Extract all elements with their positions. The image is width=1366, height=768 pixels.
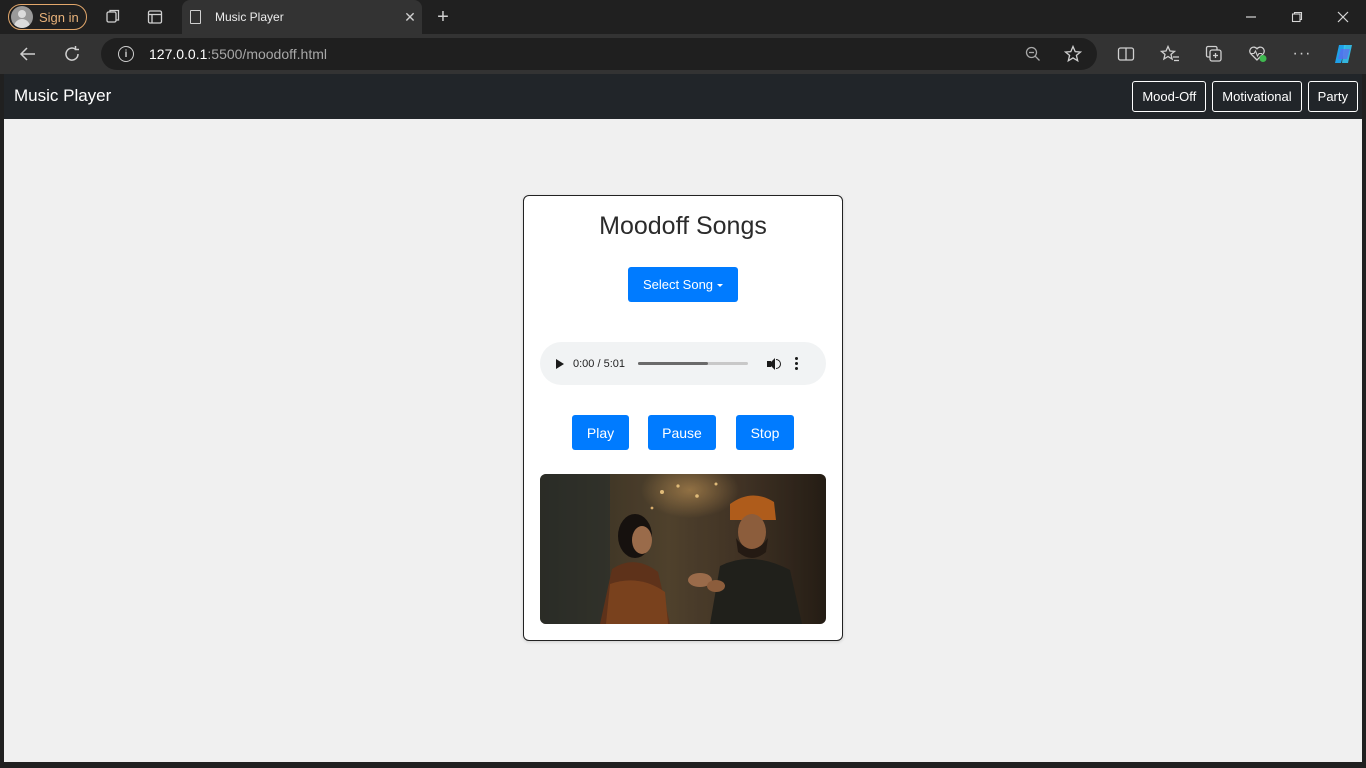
stop-button[interactable]: Stop: [736, 415, 794, 450]
select-song-dropdown[interactable]: Select Song: [628, 267, 738, 302]
navbar: Music Player Mood-Off Motivational Party: [4, 74, 1362, 119]
song-cover-image: [540, 474, 826, 624]
zoom-out-icon[interactable]: [1024, 46, 1042, 62]
tab-music-player[interactable]: Music Player ✕: [182, 0, 422, 34]
browser-essentials-icon[interactable]: [1248, 45, 1268, 63]
pause-button[interactable]: Pause: [648, 415, 716, 450]
nav-mood-off-button[interactable]: Mood-Off: [1132, 81, 1207, 112]
browser-tab-bar: Sign in Music Player ✕ +: [0, 0, 1366, 34]
back-arrow-icon[interactable]: [18, 45, 38, 63]
more-options-icon[interactable]: ···: [1292, 45, 1312, 63]
collections-icon[interactable]: [1204, 45, 1224, 63]
workspaces-icon[interactable]: [104, 9, 122, 25]
audio-player: 0:00 / 5:01: [540, 342, 826, 385]
volume-icon[interactable]: [766, 357, 782, 371]
refresh-icon[interactable]: [62, 45, 82, 63]
tab-title: Music Player: [215, 10, 284, 24]
close-window-icon[interactable]: [1320, 0, 1366, 34]
page-title: Moodoff Songs: [599, 212, 767, 240]
minimize-icon[interactable]: [1228, 0, 1274, 34]
sign-in-label: Sign in: [39, 9, 79, 25]
split-screen-icon[interactable]: [1116, 45, 1136, 63]
select-song-label: Select Song: [642, 277, 714, 292]
favorite-star-icon[interactable]: [1063, 45, 1083, 63]
caret-down-icon: [717, 283, 724, 287]
nav-motivational-button[interactable]: Motivational: [1212, 81, 1302, 112]
sign-in-button[interactable]: Sign in: [8, 4, 87, 30]
url-text: 127.0.0.1:5500/moodoff.html: [149, 46, 327, 62]
nav-party-button[interactable]: Party: [1307, 81, 1358, 112]
player-card: Moodoff Songs Select Song 0:00 / 5:01 Pl…: [523, 195, 843, 641]
restore-icon[interactable]: [1274, 0, 1320, 34]
tab-actions-icon[interactable]: [146, 9, 164, 25]
browser-toolbar: i 127.0.0.1:5500/moodoff.html ···: [0, 34, 1366, 74]
audio-more-options-icon[interactable]: [795, 357, 798, 370]
audio-play-icon[interactable]: [556, 358, 564, 369]
audio-time: 0:00 / 5:01: [573, 357, 625, 370]
audio-progress-fill: [638, 362, 709, 365]
profile-avatar-icon: [11, 6, 33, 28]
copilot-icon[interactable]: [1332, 43, 1356, 65]
audio-progress-slider[interactable]: [638, 362, 748, 365]
navbar-brand[interactable]: Music Player: [14, 86, 111, 106]
page-file-icon: [190, 10, 201, 24]
navbar-links: Mood-Off Motivational Party: [1132, 81, 1358, 112]
play-button[interactable]: Play: [572, 415, 629, 450]
new-tab-icon[interactable]: +: [434, 7, 452, 27]
site-info-icon[interactable]: i: [118, 46, 134, 62]
address-bar[interactable]: i 127.0.0.1:5500/moodoff.html: [101, 38, 1097, 70]
close-tab-icon[interactable]: ✕: [398, 9, 422, 26]
page-viewport: Music Player Mood-Off Motivational Party…: [4, 74, 1362, 762]
favorites-icon[interactable]: [1160, 45, 1180, 63]
